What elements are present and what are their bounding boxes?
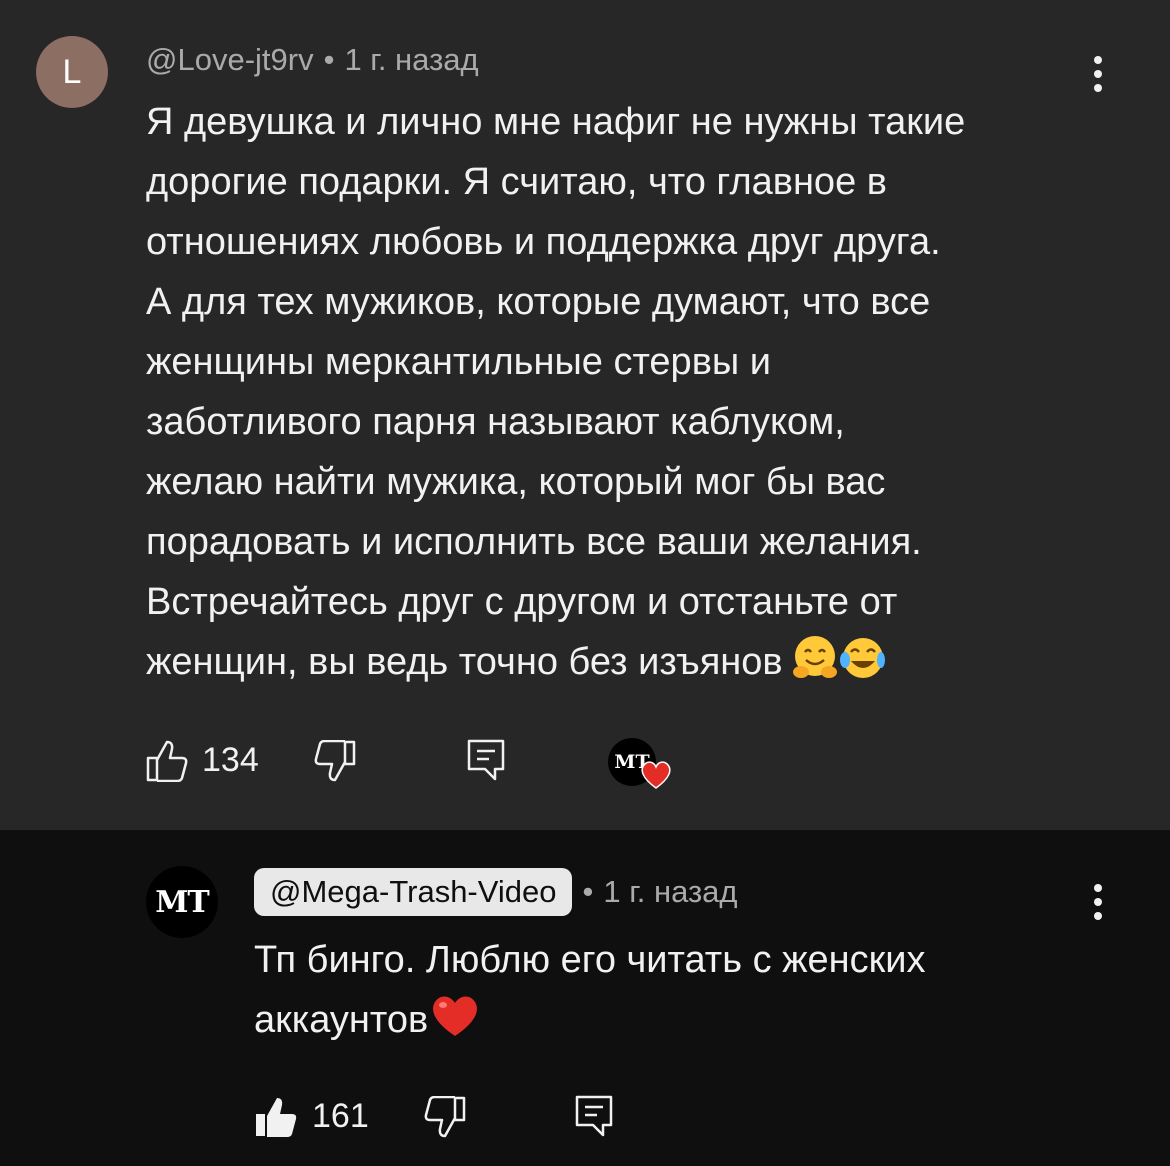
thumbs-up-filled-icon <box>256 1098 297 1137</box>
more-options-icon[interactable] <box>1094 884 1104 926</box>
heart-icon <box>641 761 671 789</box>
comment-line: женщины меркантильные стервы и <box>146 341 771 383</box>
avatar[interactable]: MT <box>146 866 218 938</box>
like-count: 161 <box>312 1096 369 1135</box>
like-button[interactable]: 161 <box>254 1094 369 1138</box>
reply-meta: @Mega-Trash-Video • 1 г. назад <box>254 868 738 916</box>
avatar-letter: L <box>62 52 82 91</box>
comment-line: Встречайтесь друг с другом и отстаньте о… <box>146 581 898 623</box>
thumbs-down-icon <box>424 1096 466 1138</box>
hugging-face-emoji <box>793 636 886 678</box>
author-name[interactable]: @Love-jt9rv <box>146 42 314 77</box>
comment-line: А для тех мужиков, которые думают, что в… <box>146 281 931 323</box>
comment-line-last: женщин, вы ведь точно без изъянов <box>146 632 965 692</box>
creator-heart-badge: MT <box>608 738 671 789</box>
comment-meta: @Love-jt9rv • 1 г. назад <box>146 42 479 78</box>
thumbs-up-icon <box>146 740 188 782</box>
comment-line: заботливого парня называют каблуком, <box>146 401 845 443</box>
comment-line: порадовать и исполнить все ваши желания. <box>146 521 922 563</box>
comment-line: Я девушка и лично мне нафиг не нужны так… <box>146 101 966 143</box>
meta-separator: • <box>582 874 594 909</box>
thumbs-down-icon <box>314 740 356 782</box>
reply-button[interactable] <box>574 1094 614 1138</box>
avatar[interactable]: L <box>36 36 108 108</box>
like-button[interactable]: 134 <box>146 738 259 782</box>
dislike-button[interactable] <box>314 740 356 784</box>
reply-line: Тп бинго. Люблю его читать с женских <box>254 939 926 981</box>
like-count: 134 <box>202 740 259 779</box>
reply-text: Тп бинго. Люблю его читать с женских акк… <box>254 930 926 1050</box>
comment-text: Я девушка и лично мне нафиг не нужны так… <box>146 92 965 692</box>
comment-line: желаю найти мужика, который мог бы вас <box>146 461 886 503</box>
reply-line-last: аккаунтов <box>254 990 926 1050</box>
author-chip[interactable]: @Mega-Trash-Video <box>254 868 573 916</box>
comment-reply-icon <box>575 1095 613 1137</box>
comment-line: отношениях любовь и поддержка друг друга… <box>146 221 941 263</box>
timestamp[interactable]: 1 г. назад <box>603 874 737 909</box>
more-options-icon[interactable] <box>1094 56 1104 98</box>
meta-separator: • <box>323 42 335 77</box>
timestamp[interactable]: 1 г. назад <box>344 42 478 77</box>
comment-line: дорогие подарки. Я считаю, что главное в <box>146 161 887 203</box>
reply-button[interactable] <box>466 738 506 782</box>
dislike-button[interactable] <box>424 1096 466 1140</box>
comment-reply-icon <box>467 739 505 781</box>
avatar-text: MT <box>155 884 210 920</box>
red-heart-emoji <box>433 996 478 1036</box>
